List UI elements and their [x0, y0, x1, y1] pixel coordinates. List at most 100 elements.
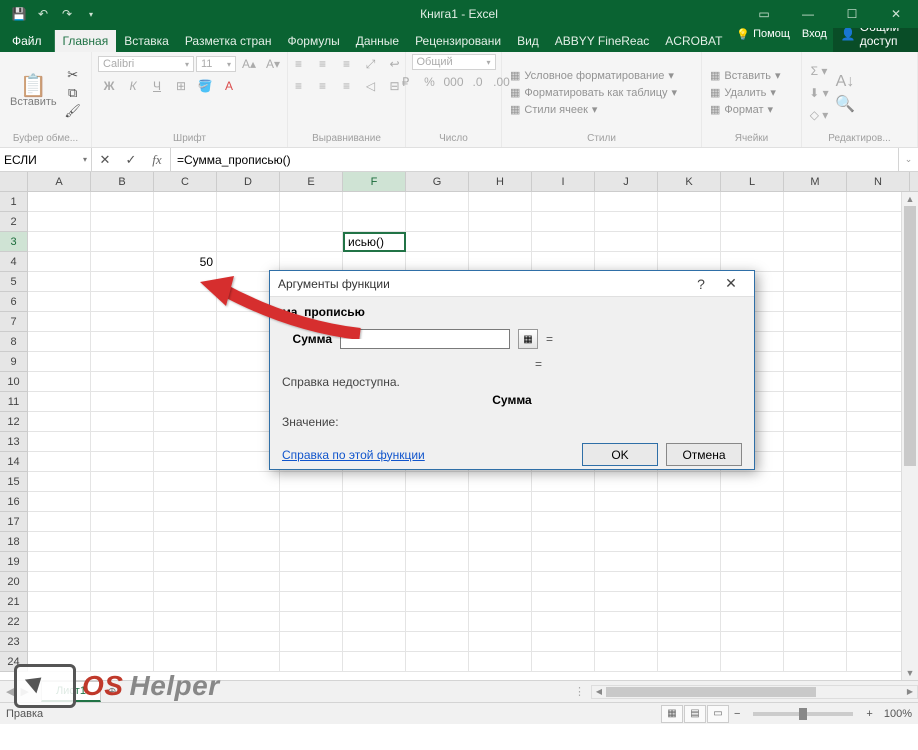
- cell[interactable]: [154, 532, 217, 552]
- cell[interactable]: [28, 632, 91, 652]
- cell[interactable]: [532, 512, 595, 532]
- tab-view[interactable]: Вид: [509, 30, 547, 52]
- cell[interactable]: [217, 212, 280, 232]
- row-header[interactable]: 24: [0, 652, 28, 672]
- cell[interactable]: [721, 492, 784, 512]
- cell[interactable]: [532, 552, 595, 572]
- insert-cells-button[interactable]: ▦Вставить ▾: [708, 68, 783, 83]
- cell[interactable]: [154, 632, 217, 652]
- cell[interactable]: [406, 492, 469, 512]
- cell[interactable]: [658, 532, 721, 552]
- cell[interactable]: [469, 252, 532, 272]
- underline-button[interactable]: Ч: [146, 76, 168, 96]
- cell[interactable]: [217, 492, 280, 512]
- cell[interactable]: [28, 392, 91, 412]
- cell[interactable]: [658, 512, 721, 532]
- cell[interactable]: [280, 532, 343, 552]
- cell[interactable]: [28, 232, 91, 252]
- format-painter-icon[interactable]: 🖌: [65, 103, 81, 119]
- copy-icon[interactable]: ⧉: [65, 85, 81, 101]
- formula-input[interactable]: [171, 148, 898, 171]
- cell[interactable]: [154, 372, 217, 392]
- cell[interactable]: [91, 392, 154, 412]
- cell[interactable]: [532, 212, 595, 232]
- tab-formulas[interactable]: Формулы: [279, 30, 347, 52]
- cell[interactable]: [154, 292, 217, 312]
- cell[interactable]: [91, 292, 154, 312]
- cell[interactable]: [217, 252, 280, 272]
- page-break-view-icon[interactable]: ▭: [707, 705, 729, 723]
- cell[interactable]: [280, 592, 343, 612]
- cell[interactable]: [28, 412, 91, 432]
- cell[interactable]: [91, 652, 154, 672]
- cell[interactable]: [343, 492, 406, 512]
- cell[interactable]: [595, 212, 658, 232]
- cell[interactable]: [532, 252, 595, 272]
- number-format-combo[interactable]: Общий▾: [412, 54, 496, 70]
- cell[interactable]: [280, 212, 343, 232]
- tab-insert[interactable]: Вставка: [116, 30, 177, 52]
- cell[interactable]: [280, 252, 343, 272]
- cell[interactable]: [784, 352, 847, 372]
- row-header[interactable]: 20: [0, 572, 28, 592]
- cell[interactable]: [28, 352, 91, 372]
- shrink-font-icon[interactable]: A▾: [262, 54, 284, 74]
- sheet-nav-next-icon[interactable]: ▶: [20, 685, 28, 698]
- scroll-up-icon[interactable]: ▲: [902, 192, 918, 206]
- cell[interactable]: [658, 632, 721, 652]
- cell[interactable]: [406, 252, 469, 272]
- cell[interactable]: [28, 512, 91, 532]
- row-header[interactable]: 8: [0, 332, 28, 352]
- col-header[interactable]: G: [406, 172, 469, 191]
- zoom-in-icon[interactable]: +: [862, 708, 876, 720]
- cell[interactable]: [406, 652, 469, 672]
- row-header[interactable]: 18: [0, 532, 28, 552]
- close-icon[interactable]: ✕: [874, 0, 918, 28]
- row-header[interactable]: 11: [0, 392, 28, 412]
- row-header[interactable]: 9: [0, 352, 28, 372]
- row-header[interactable]: 17: [0, 512, 28, 532]
- comma-icon[interactable]: 000: [443, 72, 465, 92]
- cell[interactable]: [406, 592, 469, 612]
- expand-formula-bar-icon[interactable]: ⌄: [898, 148, 918, 171]
- cell[interactable]: [91, 272, 154, 292]
- cell[interactable]: [91, 192, 154, 212]
- grow-font-icon[interactable]: A▴: [238, 54, 260, 74]
- delete-cells-button[interactable]: ▦Удалить ▾: [708, 85, 783, 100]
- col-header[interactable]: N: [847, 172, 910, 191]
- cell[interactable]: [784, 632, 847, 652]
- row-header[interactable]: 3: [0, 232, 28, 252]
- cell[interactable]: [280, 192, 343, 212]
- cell[interactable]: [595, 232, 658, 252]
- cell[interactable]: [28, 252, 91, 272]
- scroll-thumb[interactable]: [904, 206, 916, 466]
- tab-acrobat[interactable]: ACROBAT: [657, 30, 730, 52]
- zoom-slider[interactable]: [753, 712, 853, 716]
- tab-file[interactable]: Файл: [0, 30, 55, 52]
- cell[interactable]: [406, 212, 469, 232]
- cell[interactable]: [217, 512, 280, 532]
- page-layout-view-icon[interactable]: ▤: [684, 705, 706, 723]
- cell-styles-button[interactable]: ▦Стили ячеек ▾: [508, 102, 679, 117]
- cell[interactable]: [154, 572, 217, 592]
- col-header[interactable]: H: [469, 172, 532, 191]
- border-icon[interactable]: ⊞: [170, 76, 192, 96]
- cell[interactable]: [406, 192, 469, 212]
- cell[interactable]: [28, 532, 91, 552]
- cell[interactable]: [406, 632, 469, 652]
- col-header[interactable]: A: [28, 172, 91, 191]
- scroll-down-icon[interactable]: ▼: [902, 666, 918, 680]
- clear-icon[interactable]: ◇ ▾: [808, 105, 830, 125]
- name-box[interactable]: ЕСЛИ▾: [0, 148, 92, 171]
- normal-view-icon[interactable]: ▦: [661, 705, 683, 723]
- cell[interactable]: [595, 612, 658, 632]
- tab-review[interactable]: Рецензировани: [407, 30, 509, 52]
- cell[interactable]: [91, 492, 154, 512]
- increase-decimal-icon[interactable]: .0: [467, 72, 489, 92]
- cell[interactable]: [784, 412, 847, 432]
- add-sheet-icon[interactable]: ⊕: [101, 685, 123, 698]
- cell[interactable]: [658, 192, 721, 212]
- col-header[interactable]: L: [721, 172, 784, 191]
- cell[interactable]: [154, 352, 217, 372]
- cell[interactable]: [28, 592, 91, 612]
